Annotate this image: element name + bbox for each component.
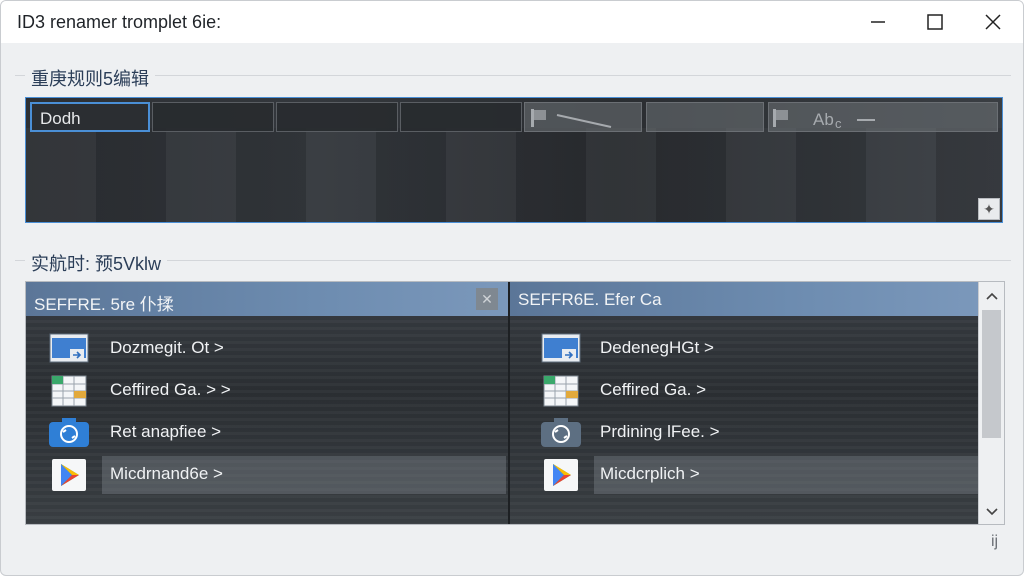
list-item-label: Prdining lFee. >: [600, 422, 720, 441]
pane-header: SEFFR6E. Efer Ca: [510, 282, 980, 316]
insert-tag-button[interactable]: [524, 102, 642, 132]
plus-icon: ✦: [983, 200, 995, 217]
list-item-label: DedenegHGt >: [600, 338, 714, 357]
scrollbar-thumb[interactable]: [982, 310, 1001, 438]
list-item[interactable]: Micdcrplich >: [510, 456, 980, 494]
list-item-label: Ret anapfiee >: [110, 422, 222, 441]
preview-pane-right: SEFFR6E. Efer Ca DedenegHGt > Ceffired G…: [510, 282, 980, 524]
list-item[interactable]: Micdrnand6e >: [26, 456, 508, 494]
list-item-label: Ceffired Ga. >: [600, 380, 706, 399]
pane-header-text: SEFFRE. 5re 仆揉: [34, 295, 174, 314]
template-cell[interactable]: [152, 102, 274, 132]
text-style-icon: Ab c: [773, 109, 875, 130]
minimize-button[interactable]: [849, 1, 907, 43]
list-item[interactable]: Prdining lFee. >: [510, 414, 980, 452]
list-item[interactable]: Ceffired Ga. > >: [26, 372, 508, 410]
preview-pane-left: SEFFRE. 5re 仆揉 ✕ Dozmegit. Ot > Ceffired…: [26, 282, 508, 524]
minimize-icon: [871, 21, 885, 23]
list-item-label: Micdrnand6e >: [110, 464, 223, 483]
camera-sync-icon: [541, 418, 581, 447]
tag-button[interactable]: [646, 102, 764, 132]
maximize-icon: [927, 14, 943, 30]
flag-icon: [531, 109, 612, 128]
vertical-scrollbar[interactable]: [978, 282, 1004, 524]
svg-text:Ab: Ab: [813, 110, 834, 129]
add-token-button[interactable]: ✦: [978, 198, 1000, 220]
template-cell[interactable]: [276, 102, 398, 132]
pane-header-text: SEFFR6E. Efer Ca: [518, 290, 662, 309]
group-divider: [15, 75, 1011, 76]
scroll-down-button[interactable]: [979, 500, 1004, 524]
resize-grip[interactable]: ij: [991, 533, 998, 551]
window-arrow-icon: [541, 333, 581, 363]
template-cell[interactable]: Dodh: [30, 102, 150, 132]
chevron-down-icon: [986, 508, 998, 516]
list-item[interactable]: Ceffired Ga. >: [510, 372, 980, 410]
scroll-up-button[interactable]: [979, 284, 1004, 308]
preview-group-label: 实航时: 预5Vklw: [25, 250, 168, 276]
chevron-up-icon: [986, 292, 998, 300]
list-item[interactable]: Ret anapfiee >: [26, 414, 508, 452]
camera-sync-icon: [49, 418, 89, 447]
pane-header: SEFFRE. 5re 仆揉 ✕: [26, 282, 508, 316]
list-item[interactable]: DedenegHGt >: [510, 330, 980, 368]
app-window: ID3 renamer tromplet 6ie: 重庚规则5编辑 Dodh A…: [0, 0, 1024, 576]
play-store-icon: [52, 459, 86, 491]
spreadsheet-icon: [51, 375, 87, 407]
maximize-button[interactable]: [906, 1, 964, 43]
svg-text:c: c: [835, 116, 842, 130]
close-icon: [985, 14, 1001, 30]
template-editor[interactable]: Dodh Ab c ✦: [25, 97, 1003, 223]
pane-close-button[interactable]: ✕: [476, 288, 498, 310]
window-title: ID3 renamer tromplet 6ie:: [17, 12, 222, 32]
close-icon: ✕: [481, 290, 493, 307]
list-item-label: Dozmegit. Ot >: [110, 338, 224, 357]
window-arrow-icon: [49, 333, 89, 363]
format-button[interactable]: Ab c: [768, 102, 998, 132]
close-button[interactable]: [964, 1, 1022, 43]
play-store-icon: [544, 459, 578, 491]
editor-group-label: 重庚规则5编辑: [25, 65, 156, 91]
list-item-label: Micdcrplich >: [600, 464, 700, 483]
title-bar: ID3 renamer tromplet 6ie:: [1, 1, 1023, 43]
live-preview: SEFFRE. 5re 仆揉 ✕ Dozmegit. Ot > Ceffired…: [25, 281, 1005, 525]
template-cell-text: Dodh: [40, 109, 81, 128]
list-item[interactable]: Dozmegit. Ot >: [26, 330, 508, 368]
template-cell[interactable]: [400, 102, 522, 132]
spreadsheet-icon: [543, 375, 579, 407]
list-item-label: Ceffired Ga. > >: [110, 380, 231, 399]
